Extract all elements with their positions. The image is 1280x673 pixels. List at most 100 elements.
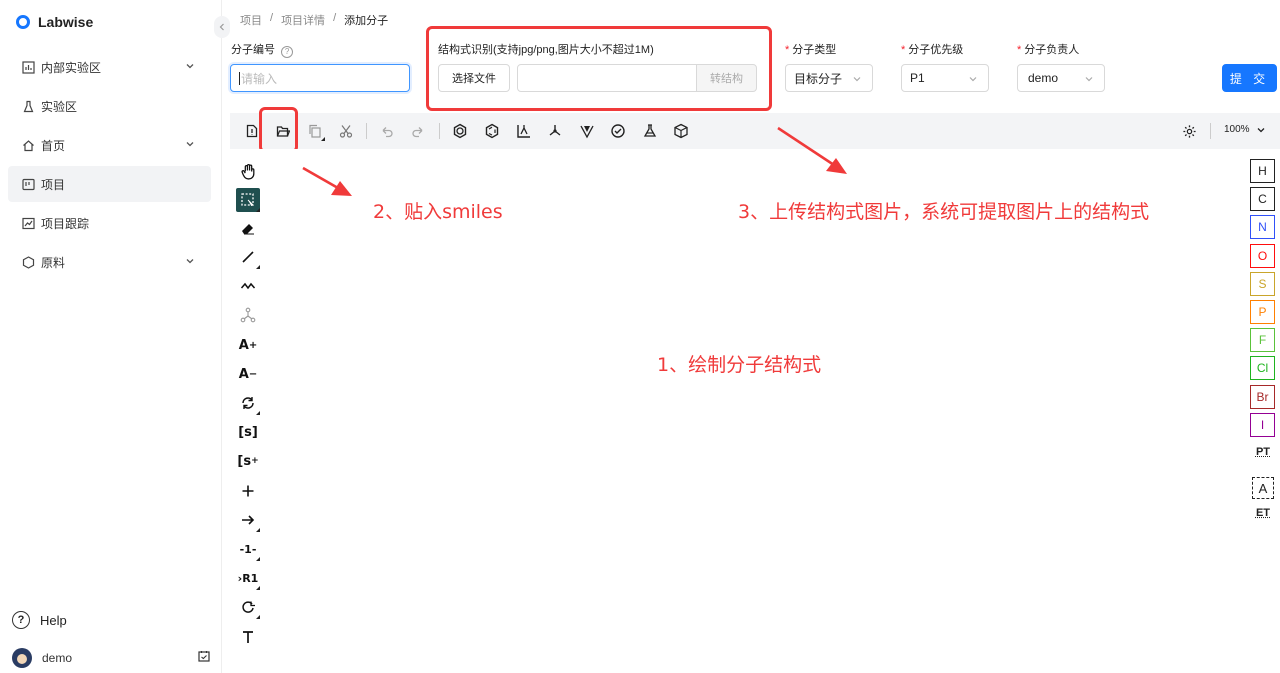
hexagon-icon	[21, 255, 35, 269]
sgroup-icon[interactable]: [s]	[236, 420, 260, 444]
zoom-select[interactable]: 100%	[1224, 124, 1266, 135]
any-atom-icon[interactable]: A	[1252, 477, 1274, 499]
sidebar-collapse-button[interactable]	[214, 16, 230, 38]
molecule-code-label: 分子编号 ?	[231, 41, 294, 58]
sidebar-item-label: 项目跟踪	[41, 216, 90, 231]
sidebar: Labwise 内部实验区 实验区 首页 项目 项目跟踪 原料 ? Help d…	[0, 0, 222, 673]
settings-icon[interactable]	[1179, 121, 1199, 141]
owner-label-text: 分子负责人	[1024, 44, 1080, 56]
molecule-code-placeholder: 请输入	[241, 71, 278, 86]
dearomatize-icon[interactable]	[482, 121, 502, 141]
chevron-down-icon	[185, 60, 195, 74]
chain-icon[interactable]	[236, 274, 260, 298]
atom-button-n[interactable]: N	[1250, 215, 1275, 240]
periodic-table-icon[interactable]: PT	[1252, 441, 1274, 463]
breadcrumb-item-current: 添加分子	[344, 15, 389, 27]
breadcrumb-item-project[interactable]: 项目	[240, 12, 262, 28]
stereo-icon[interactable]	[577, 121, 597, 141]
owner-select[interactable]: demo	[1017, 64, 1105, 92]
breadcrumb-separator: /	[333, 12, 337, 24]
sidebar-item-label: 实验区	[41, 99, 78, 114]
chart-icon	[21, 60, 35, 74]
sidebar-item-home[interactable]: 首页	[8, 127, 211, 163]
chevron-down-icon	[1084, 73, 1094, 87]
atom-button-f[interactable]: F	[1250, 328, 1275, 353]
clean-icon[interactable]	[545, 121, 565, 141]
aromatize-icon[interactable]	[450, 121, 470, 141]
annotation-draw: 1、绘制分子结构式	[657, 354, 822, 376]
priority-label: * 分子优先级	[901, 41, 963, 57]
molecule-type-select[interactable]: 目标分子	[785, 64, 873, 92]
redo-icon[interactable]	[408, 121, 428, 141]
molecule-code-input[interactable]: 请输入	[230, 64, 410, 92]
sidebar-item-label: 项目	[41, 177, 66, 192]
sidebar-item-project[interactable]: 项目	[8, 166, 211, 202]
question-circle-icon[interactable]: ?	[281, 46, 294, 58]
arrow-icon[interactable]	[236, 508, 260, 532]
bond-icon[interactable]	[236, 245, 260, 269]
extended-table-icon[interactable]: ET	[1252, 502, 1274, 524]
text-icon[interactable]	[236, 625, 260, 649]
toolbar-separator	[1210, 123, 1211, 139]
home-icon	[21, 138, 35, 152]
text-cursor	[239, 71, 240, 85]
3d-view-icon[interactable]	[671, 121, 691, 141]
analyze-icon[interactable]	[640, 121, 660, 141]
undo-icon[interactable]	[377, 121, 397, 141]
sidebar-item-lab[interactable]: 实验区	[8, 88, 211, 124]
plus-icon[interactable]	[236, 479, 260, 503]
rlabel-icon[interactable]: ›R1	[236, 566, 260, 590]
atom-button-c[interactable]: C	[1250, 187, 1275, 212]
atom-button-br[interactable]: Br	[1250, 384, 1275, 409]
rgroup-icon[interactable]	[236, 303, 260, 327]
owner-value: demo	[1028, 71, 1059, 85]
logo-ring-icon	[16, 15, 30, 29]
breadcrumb: 项目 / 项目详情 / 添加分子	[240, 12, 388, 28]
eraser-icon[interactable]	[236, 216, 260, 240]
breadcrumb-separator: /	[270, 12, 274, 24]
app-name: Labwise	[38, 14, 94, 30]
data-sgroup-icon[interactable]: [s +	[236, 449, 260, 473]
template-icon[interactable]	[236, 595, 260, 619]
atom-button-p[interactable]: P	[1250, 300, 1275, 324]
user-menu[interactable]: demo	[12, 648, 212, 668]
charge-plus-icon[interactable]: A +	[236, 333, 260, 357]
logo[interactable]: Labwise	[16, 14, 93, 30]
atom-button-i[interactable]: I	[1250, 412, 1275, 437]
structure-recognition-highlight	[426, 26, 772, 111]
help-link[interactable]: ? Help	[12, 611, 67, 629]
chevron-down-icon	[968, 73, 978, 87]
chevron-left-icon	[219, 23, 224, 31]
help-label: Help	[40, 612, 67, 628]
atom-button-cl[interactable]: Cl	[1250, 356, 1275, 381]
atom-button-h[interactable]: H	[1250, 159, 1275, 183]
sidebar-item-project-tracking[interactable]: 项目跟踪	[8, 205, 211, 241]
select-icon[interactable]	[236, 188, 260, 212]
mapping-icon[interactable]: -1-	[236, 537, 260, 561]
check-icon[interactable]	[608, 121, 628, 141]
question-icon: ?	[12, 611, 30, 629]
atom-button-o[interactable]: O	[1250, 243, 1275, 268]
atom-button-s[interactable]: S	[1250, 271, 1275, 296]
required-mark: *	[1017, 44, 1022, 56]
drawing-canvas[interactable]	[230, 149, 1280, 673]
rotate-icon[interactable]	[236, 391, 260, 415]
charge-minus-icon[interactable]: A −	[236, 362, 260, 386]
avatar	[12, 648, 32, 668]
owner-label: * 分子负责人	[1017, 41, 1079, 57]
layout-icon[interactable]	[514, 121, 534, 141]
priority-label-text: 分子优先级	[908, 44, 964, 56]
calendar-check-icon[interactable]	[198, 650, 210, 665]
priority-select[interactable]: P1	[901, 64, 989, 92]
copy-icon[interactable]	[305, 121, 325, 141]
breadcrumb-item-project-detail[interactable]: 项目详情	[281, 12, 325, 28]
sidebar-item-materials[interactable]: 原料	[8, 244, 211, 280]
molecule-type-label: * 分子类型	[785, 41, 836, 57]
annotation-paste-smiles: 2、贴入smiles	[373, 201, 503, 223]
app-root: Labwise 内部实验区 实验区 首页 项目 项目跟踪 原料 ? Help d…	[0, 0, 1280, 673]
sidebar-item-internal-lab[interactable]: 内部实验区	[8, 49, 211, 85]
hand-icon[interactable]	[236, 159, 260, 183]
submit-button[interactable]: 提 交	[1222, 64, 1277, 92]
cut-icon[interactable]	[336, 121, 356, 141]
molecule-type-label-text: 分子类型	[792, 44, 837, 56]
